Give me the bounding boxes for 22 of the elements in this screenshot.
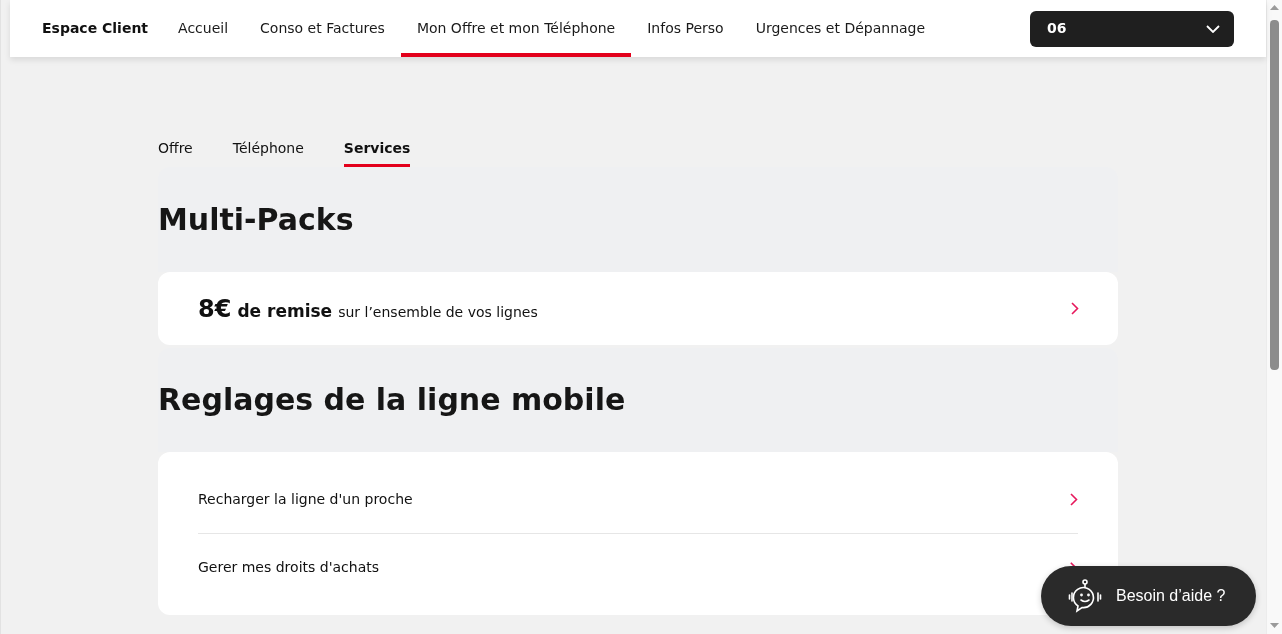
section-heading: Multi-Packs [158,204,354,235]
sub-tab[interactable]: Offre [158,138,193,167]
help-button[interactable]: Besoin d’aide ? [1041,566,1256,626]
chevron-down-icon [1206,24,1220,33]
chatbot-icon [1068,579,1102,613]
nav-tab[interactable]: Accueil [162,0,245,57]
section-heading: Reglages de la ligne mobile [158,385,626,415]
promo-link[interactable]: 8€ de remise sur l’ensemble de vos lignes [158,272,1118,345]
chevron-right-icon [1071,302,1079,315]
sub-tab[interactable]: Téléphone [232,138,304,167]
chevron-right-icon [1070,493,1078,506]
scrollbar-thumb[interactable] [1270,20,1279,370]
settings-link[interactable]: Recharger la ligne d'un proche [198,489,413,510]
nav-tab[interactable]: Conso et Factures [244,0,401,57]
settings-link[interactable]: Gerer mes droits d'achats [198,556,379,578]
site-title: Espace Client [42,19,149,38]
line-selector[interactable]: 06 [1030,10,1234,47]
nav-tab[interactable]: Mon Offre et mon Téléphone [400,0,632,57]
nav-tab[interactable]: Infos Perso [631,0,740,57]
scroll-down-arrow-icon[interactable] [1270,623,1279,628]
scroll-up-arrow-icon[interactable] [1270,5,1279,10]
nav-tab[interactable]: Urgences et Dépannage [739,0,942,57]
